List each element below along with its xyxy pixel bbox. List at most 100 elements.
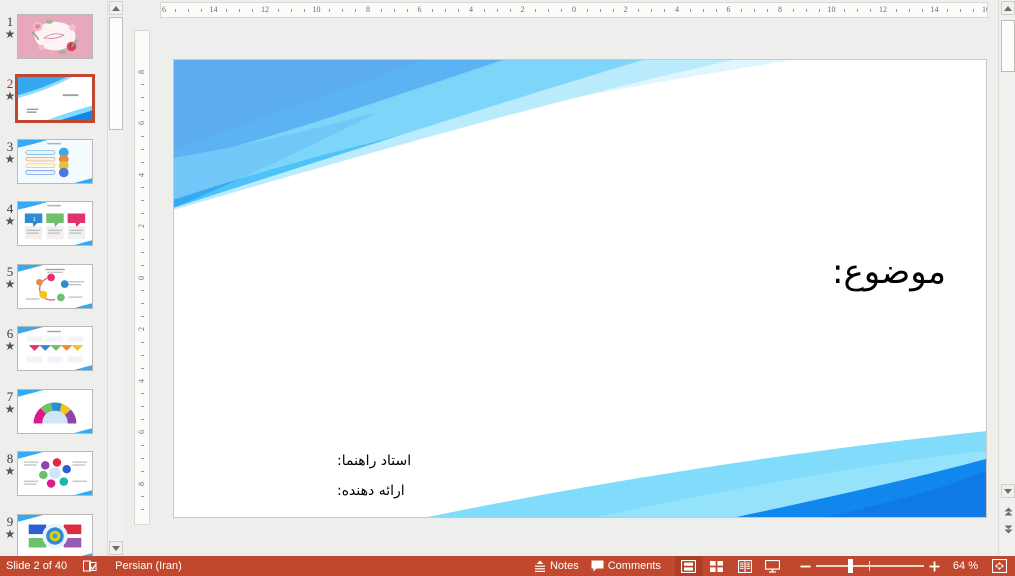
slide-sorter-button[interactable] bbox=[703, 556, 731, 576]
main-scroll-thumb[interactable] bbox=[1001, 20, 1015, 72]
zoom-slider[interactable] bbox=[816, 556, 924, 576]
ruler-minor-tick bbox=[600, 9, 601, 12]
ruler-minor-tick bbox=[175, 9, 176, 12]
star-icon: ★ bbox=[2, 465, 18, 477]
language-indicator[interactable]: Persian (Iran) bbox=[103, 556, 188, 576]
reading-view-button[interactable] bbox=[731, 556, 759, 576]
ruler-tick-label: 6 bbox=[411, 5, 429, 14]
slide-thumbnail-image-5[interactable] bbox=[17, 264, 93, 309]
ruler-minor-tick bbox=[239, 9, 240, 12]
ruler-minor-tick bbox=[141, 84, 144, 85]
zoom-slider-midpoint bbox=[869, 561, 870, 571]
slide-counter[interactable]: Slide 2 of 40 bbox=[0, 556, 73, 576]
slide-supervisor-text[interactable]: استاد راهنما: bbox=[337, 453, 411, 469]
comments-label: Comments bbox=[608, 556, 661, 576]
cycle-thumb-icon bbox=[18, 265, 92, 308]
slide-thumbnail-image-3[interactable] bbox=[17, 139, 93, 184]
slide-thumbnail-image-1[interactable] bbox=[17, 14, 93, 59]
slide-thumbnail-image-9[interactable] bbox=[17, 514, 93, 556]
slide-thumbnail-image-7[interactable] bbox=[17, 389, 93, 434]
slide-thumbnail-6[interactable]: 6 ★ bbox=[0, 326, 107, 388]
ruler-minor-tick bbox=[767, 9, 768, 12]
notes-icon bbox=[534, 560, 546, 573]
next-slide-button[interactable] bbox=[1001, 522, 1015, 536]
mini-slide-6 bbox=[18, 327, 92, 370]
ruler-minor-tick bbox=[141, 406, 144, 407]
normal-view-icon bbox=[681, 560, 696, 573]
slide-thumbnail-3[interactable]: 3 ★ bbox=[0, 139, 107, 201]
zoom-out-button[interactable] bbox=[795, 556, 816, 576]
ruler-tick-label: 4 bbox=[462, 5, 480, 14]
ruler-minor-tick bbox=[141, 445, 144, 446]
triangle-up-icon bbox=[112, 6, 120, 11]
slide-thumbnail-1[interactable]: 1 ★ bbox=[0, 14, 107, 76]
comment-icon bbox=[591, 560, 604, 572]
panel-scroll-thumb[interactable] bbox=[109, 17, 123, 130]
slide-thumbnail-4[interactable]: 4 ★ 1 bbox=[0, 201, 107, 263]
main-scroll-up-button[interactable] bbox=[1001, 1, 1015, 15]
ruler-tick-label: 16 bbox=[977, 5, 988, 14]
notes-button[interactable]: Notes bbox=[528, 556, 585, 576]
ruler-minor-tick bbox=[201, 9, 202, 12]
ruler-minor-tick bbox=[226, 9, 227, 12]
ruler-minor-tick bbox=[510, 9, 511, 12]
slide-thumbnail-image-8[interactable] bbox=[17, 451, 93, 496]
slide-show-button[interactable] bbox=[759, 556, 787, 576]
slide-presenter-text[interactable]: ارائه دهنده: bbox=[337, 483, 405, 499]
ruler-minor-tick bbox=[291, 9, 292, 12]
main-scroll-down-button[interactable] bbox=[1001, 484, 1015, 498]
slide-thumbnail-image-2[interactable] bbox=[15, 74, 95, 123]
ruler-minor-tick bbox=[703, 9, 704, 12]
slide-counter-label: Slide 2 of 40 bbox=[6, 556, 67, 576]
ruler-minor-tick bbox=[141, 110, 144, 111]
notes-label: Notes bbox=[550, 556, 579, 576]
slide-thumbnail-9[interactable]: 9 ★ bbox=[0, 514, 107, 556]
ruler-minor-tick bbox=[141, 458, 144, 459]
svg-text:1: 1 bbox=[33, 217, 36, 223]
previous-slide-button[interactable] bbox=[1001, 504, 1015, 518]
zoom-slider-handle[interactable] bbox=[848, 559, 853, 573]
panel-scroll-up-button[interactable] bbox=[109, 1, 123, 15]
ruler-minor-tick bbox=[141, 252, 144, 253]
normal-view-button[interactable] bbox=[675, 556, 703, 576]
ruler-tick-label: 8 bbox=[136, 65, 148, 79]
star-icon: ★ bbox=[2, 215, 18, 227]
ruler-tick-label: 2 bbox=[617, 5, 635, 14]
ruler-tick-label: 2 bbox=[136, 219, 148, 233]
ruler-minor-tick bbox=[141, 136, 144, 137]
horizontal-ruler[interactable]: 1614121086420246810121416 bbox=[160, 2, 988, 18]
vertical-ruler[interactable]: 864202468 bbox=[134, 30, 150, 525]
slide-panel-scrollbar[interactable] bbox=[107, 0, 123, 556]
slide-thumbnail-5[interactable]: 5 ★ bbox=[0, 264, 107, 326]
ruler-tick-label: 14 bbox=[926, 5, 944, 14]
slide-editing-canvas[interactable]: موضوع: استاد راهنما: ارائه دهنده: bbox=[173, 59, 987, 518]
comments-button[interactable]: Comments bbox=[585, 556, 675, 576]
mini-slide-5 bbox=[18, 265, 92, 308]
ruler-tick-label: 4 bbox=[668, 5, 686, 14]
spellcheck-status[interactable] bbox=[73, 556, 103, 576]
ruler-minor-tick bbox=[304, 9, 305, 12]
slide-show-icon bbox=[765, 560, 780, 573]
slide-thumbnail-panel[interactable]: 1 ★ 2 ★ bbox=[0, 0, 107, 556]
mini-slide-3 bbox=[18, 140, 92, 183]
slide-thumbnail-image-6[interactable] bbox=[17, 326, 93, 371]
zoom-level[interactable]: 64 % bbox=[945, 556, 986, 576]
zoom-slider-track bbox=[816, 565, 924, 567]
zoom-in-button[interactable] bbox=[924, 556, 945, 576]
ruler-minor-tick bbox=[141, 342, 144, 343]
slide-thumbnail-8[interactable]: 8 ★ bbox=[0, 451, 107, 513]
mini-slide-1 bbox=[18, 15, 92, 58]
slide-thumbnail-2[interactable]: 2 ★ bbox=[0, 76, 107, 138]
slide-thumbnail-7[interactable]: 7 ★ bbox=[0, 389, 107, 451]
ruler-tick-label: 14 bbox=[205, 5, 223, 14]
fit-to-window-button[interactable] bbox=[986, 556, 1015, 576]
main-vertical-scrollbar[interactable] bbox=[998, 0, 1015, 556]
blue-wave-thumb-icon bbox=[18, 77, 92, 120]
ruler-minor-tick bbox=[651, 9, 652, 12]
slide-thumbnail-image-4[interactable]: 1 bbox=[17, 201, 93, 246]
status-bar: Slide 2 of 40 Persian (Iran) Notes Comme… bbox=[0, 556, 1015, 576]
ruler-tick-label: 0 bbox=[136, 271, 148, 285]
slide-title-text[interactable]: موضوع: bbox=[832, 252, 946, 292]
ruler-minor-tick bbox=[922, 9, 923, 12]
panel-scroll-down-button[interactable] bbox=[109, 541, 123, 555]
